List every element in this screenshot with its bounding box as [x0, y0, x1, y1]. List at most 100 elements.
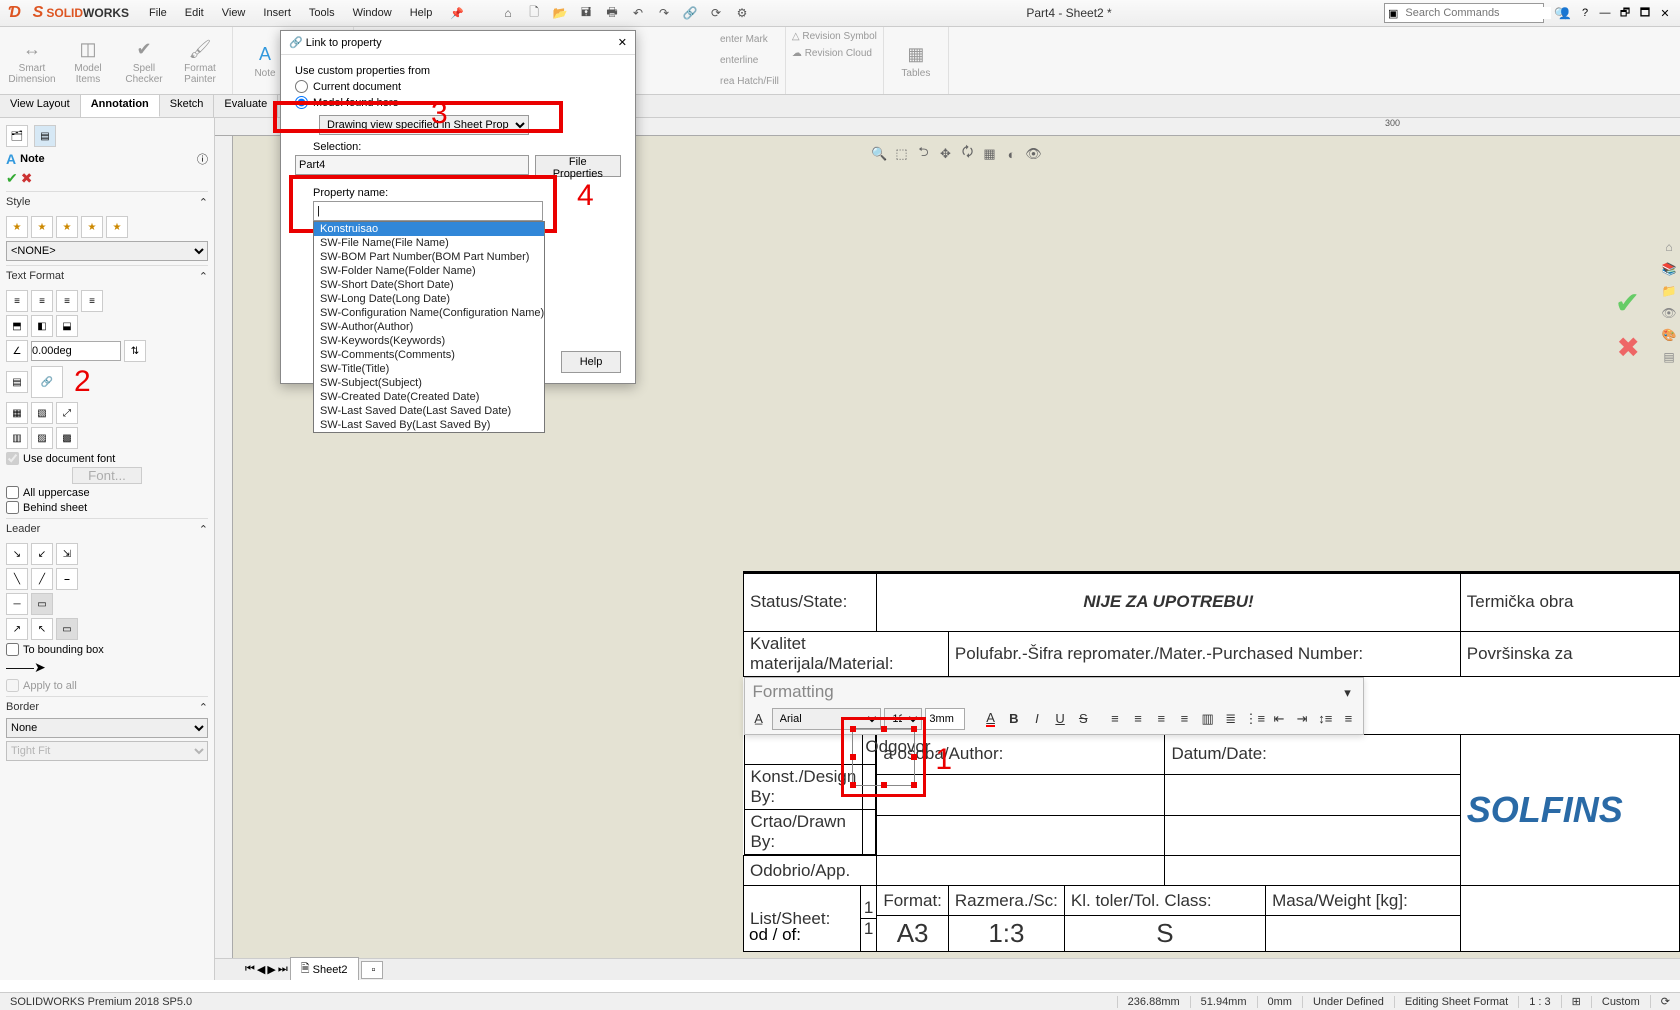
- settings-icon[interactable]: ⚙: [730, 3, 754, 23]
- prop-item[interactable]: SW-Long Date(Long Date): [314, 292, 544, 306]
- num-list-icon[interactable]: ≣: [1221, 708, 1241, 730]
- help-button[interactable]: Help: [561, 351, 621, 373]
- prop-item[interactable]: SW-Subject(Subject): [314, 376, 544, 390]
- tp-view-icon[interactable]: 👁: [1660, 304, 1678, 322]
- align-justify-icon[interactable]: ≡: [81, 290, 103, 312]
- menu-window[interactable]: Window: [345, 4, 400, 23]
- tab-annotation[interactable]: Annotation: [81, 95, 160, 117]
- prop-item[interactable]: SW-Created Date(Created Date): [314, 390, 544, 404]
- border-header[interactable]: Border: [6, 701, 39, 714]
- style-star3-icon[interactable]: ★: [56, 216, 78, 238]
- hide-icon[interactable]: 👁: [1024, 144, 1044, 164]
- property-tab-icon[interactable]: ▤: [34, 125, 56, 147]
- prop-item[interactable]: SW-Last Saved By(Last Saved By): [314, 418, 544, 432]
- tables-button[interactable]: ▦Tables: [890, 31, 942, 90]
- prop-item[interactable]: Konstruisao: [314, 222, 544, 236]
- prop-item[interactable]: SW-Keywords(Keywords): [314, 334, 544, 348]
- style-star4-icon[interactable]: ★: [81, 216, 103, 238]
- sheet-tab-add[interactable]: ▫: [361, 961, 383, 979]
- underline-icon[interactable]: U: [1050, 708, 1070, 730]
- style-star2-icon[interactable]: ★: [31, 216, 53, 238]
- pan-icon[interactable]: ✥: [936, 144, 956, 164]
- align-left-icon[interactable]: ≡: [6, 290, 28, 312]
- leader-3-icon[interactable]: ⇲: [56, 543, 78, 565]
- user-icon[interactable]: 👤: [1556, 4, 1574, 22]
- link-icon[interactable]: 🔗: [678, 3, 702, 23]
- section-icon[interactable]: ▦: [980, 144, 1000, 164]
- align-right-icon[interactable]: ≡: [56, 290, 78, 312]
- bounding-check[interactable]: [6, 643, 19, 656]
- area-hatch-button[interactable]: rea Hatch/Fill: [720, 76, 779, 87]
- tf-btn4-icon[interactable]: ▧: [31, 402, 53, 424]
- undo-icon[interactable]: ↶: [626, 3, 650, 23]
- new-icon[interactable]: 🗋: [522, 3, 546, 23]
- chevron-up-icon[interactable]: ⌃: [199, 701, 208, 714]
- display-icon[interactable]: ◐: [1002, 144, 1022, 164]
- tf-btn5-icon[interactable]: ⤢: [56, 402, 78, 424]
- file-properties-button[interactable]: File Properties: [535, 155, 621, 177]
- pin-icon[interactable]: 📌: [442, 4, 472, 23]
- sheet-nav-last-icon[interactable]: ⏭: [278, 963, 288, 976]
- property-dropdown-list[interactable]: Konstruisao SW-File Name(File Name) SW-B…: [313, 221, 545, 433]
- menu-help[interactable]: Help: [402, 4, 441, 23]
- align-center-icon[interactable]: ≡: [31, 290, 53, 312]
- tf-btn6-icon[interactable]: ▥: [6, 427, 28, 449]
- leader-4-icon[interactable]: ╲: [6, 568, 28, 590]
- indent-inc-icon[interactable]: ⇥: [1292, 708, 1312, 730]
- confirm-corner-cancel-icon[interactable]: ✖: [1617, 331, 1640, 364]
- status-reload-icon[interactable]: ⟳: [1650, 995, 1680, 1008]
- bul-list-icon[interactable]: ⋮≡: [1244, 708, 1266, 730]
- fmt-close-icon[interactable]: ▾: [1337, 682, 1359, 704]
- revision-symbol-button[interactable]: △ Revision Symbol: [792, 31, 877, 42]
- leader-header[interactable]: Leader: [6, 523, 40, 536]
- indent-dec-icon[interactable]: ⇤: [1269, 708, 1289, 730]
- prop-item[interactable]: SW-Last Saved Date(Last Saved Date): [314, 404, 544, 418]
- tf-btn3-icon[interactable]: ▦: [6, 402, 28, 424]
- centerline-button[interactable]: enterline: [720, 55, 779, 66]
- revision-cloud-button[interactable]: ☁ Revision Cloud: [792, 48, 877, 59]
- tab-evaluate[interactable]: Evaluate: [214, 95, 278, 117]
- fmt-a-icon[interactable]: A̲: [749, 708, 769, 730]
- leader-5-icon[interactable]: ╱: [31, 568, 53, 590]
- save-icon[interactable]: 🖬: [574, 3, 598, 23]
- minimize-icon[interactable]: —: [1596, 4, 1614, 22]
- prop-item[interactable]: SW-Configuration Name(Configuration Name…: [314, 306, 544, 320]
- spinner-icon[interactable]: ⇅: [124, 340, 146, 362]
- just-full-icon[interactable]: ≡: [1174, 708, 1194, 730]
- tp-lib-icon[interactable]: 📁: [1660, 282, 1678, 300]
- linespace-icon[interactable]: ↕≡: [1315, 708, 1335, 730]
- fontcolor-icon[interactable]: A: [981, 708, 1001, 730]
- prop-item[interactable]: SW-Author(Author): [314, 320, 544, 334]
- note-edit-selection[interactable]: [841, 717, 926, 797]
- menu-file[interactable]: File: [141, 4, 175, 23]
- prop-item[interactable]: SW-Folder Name(Folder Name): [314, 264, 544, 278]
- menu-tools[interactable]: Tools: [301, 4, 343, 23]
- sheet-nav-next-icon[interactable]: ▶: [267, 963, 275, 976]
- status-unit-icon[interactable]: ⊞: [1561, 995, 1591, 1008]
- menu-insert[interactable]: Insert: [255, 4, 299, 23]
- help-icon[interactable]: ?: [1576, 4, 1594, 22]
- cancel-icon[interactable]: ✖: [21, 170, 33, 187]
- space-input[interactable]: [925, 708, 965, 730]
- chevron-up-icon[interactable]: ⌃: [199, 196, 208, 209]
- prop-item[interactable]: SW-BOM Part Number(BOM Part Number): [314, 250, 544, 264]
- just-right-icon[interactable]: ≡: [1151, 708, 1171, 730]
- tab-sketch[interactable]: Sketch: [160, 95, 215, 117]
- status-custom[interactable]: Custom: [1591, 996, 1650, 1008]
- zoom-prev-icon[interactable]: ⮌: [914, 144, 934, 164]
- tf-btn1-icon[interactable]: ▤: [6, 371, 28, 393]
- border-fit-select[interactable]: Tight Fit: [6, 741, 208, 761]
- info-icon[interactable]: ⓘ: [197, 151, 208, 167]
- link-to-property-icon[interactable]: 🔗: [31, 366, 63, 398]
- angle-input[interactable]: [31, 341, 121, 361]
- just-left-icon[interactable]: ≡: [1105, 708, 1125, 730]
- leader-6-icon[interactable]: ⎯: [56, 568, 78, 590]
- restore-icon[interactable]: 🗗: [1616, 4, 1634, 22]
- print-icon[interactable]: 🖶: [600, 3, 624, 23]
- zoom-area-icon[interactable]: ⬚: [892, 144, 912, 164]
- format-painter-button[interactable]: 🖌Format Painter: [174, 31, 226, 90]
- leader-10-icon[interactable]: ↖: [31, 618, 53, 640]
- open-icon[interactable]: 📂: [548, 3, 572, 23]
- home-icon[interactable]: ⌂: [496, 3, 520, 23]
- leader-7-icon[interactable]: ─: [6, 593, 28, 615]
